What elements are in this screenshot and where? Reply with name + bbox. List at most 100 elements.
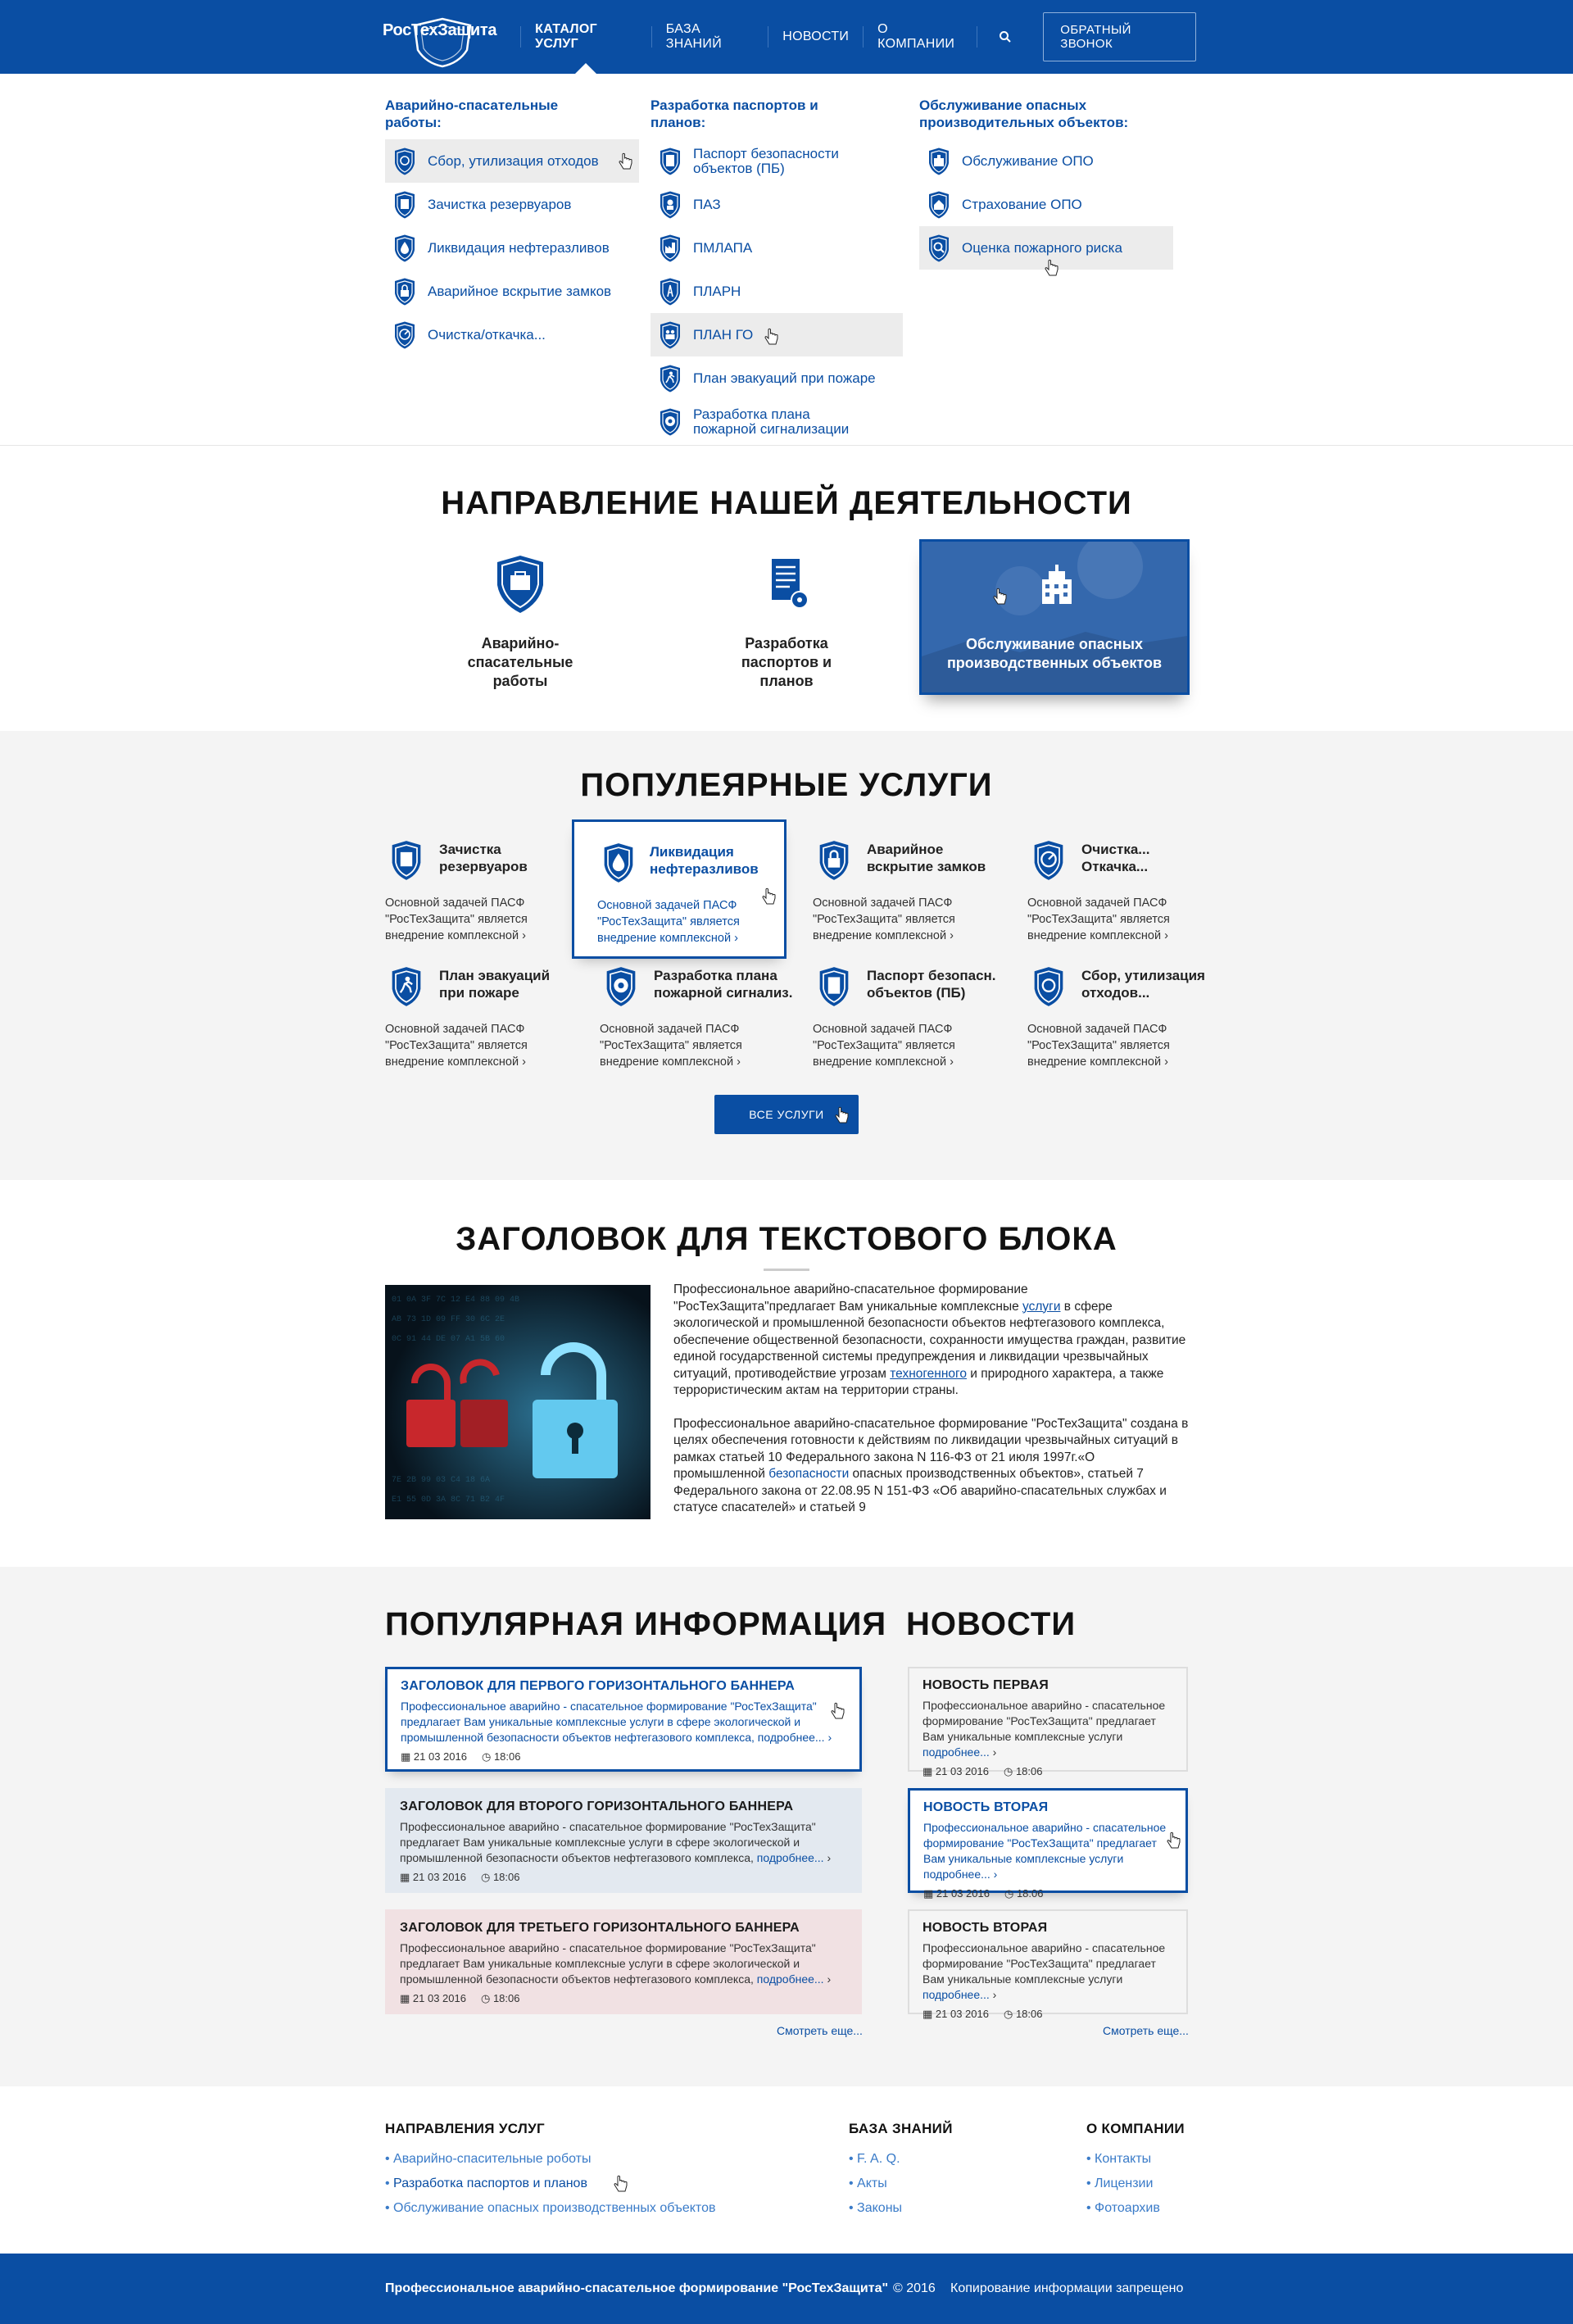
paragraph: Профессиональное аварийно-спасательное ф… [673,1416,1189,1515]
link-safety[interactable]: безопасности [768,1467,849,1481]
menu-item-evacuation[interactable]: План эвакуаций при пожаре [651,356,909,400]
service-card[interactable]: Аварийное вскрытие замков Основной задач… [813,836,1027,959]
date: ▦ 21 03 2016 [922,1765,989,1777]
footer-link[interactable]: Лицензии [1086,2176,1185,2191]
menu-item-label: Оценка пожарного риска [962,239,1122,256]
news-text: Профессиональное аварийно - спасательное… [922,1699,1166,1759]
date: ▦ 21 03 2016 [400,1992,466,2004]
menu-col-title: Разработка паспортов и планов: [651,98,818,130]
footer: НАПРАВЛЕНИЯ УСЛУГ Аварийно-спасительные … [0,2086,1573,2254]
direction-card-label: Разработка паспортов и планов [741,635,832,689]
title-underline [764,1269,809,1271]
menu-item-oil-spill[interactable]: Ликвидация нефтеразливов [385,226,647,270]
menu-item-locks[interactable]: Аварийное вскрытие замков [385,270,647,313]
nav-about[interactable]: О КОМПАНИИ [864,0,977,74]
direction-card-rescue[interactable]: Аварийно-спасательные работы [385,539,655,695]
footer-link[interactable]: F. A. Q. [849,2152,953,2167]
alarm-icon [655,407,685,437]
oil-drop-icon [597,838,640,887]
more-link[interactable]: подробнее... [757,1851,824,1864]
direction-card-opo[interactable]: Обслуживание опасных производственных об… [919,539,1190,695]
cursor-hand-icon [831,1702,845,1719]
direction-card-plans[interactable]: Разработка паспортов и планов [651,539,922,695]
menu-item-pumping[interactable]: Очистка/откачка... [385,313,647,356]
footer-link[interactable]: Акты [849,2176,953,2191]
logo[interactable]: РосТехЗащита [377,4,502,70]
cursor-hand-icon [993,588,1007,605]
info-banner-1[interactable]: ЗАГОЛОВОК ДЛЯ ПЕРВОГО ГОРИЗОНТАЛЬНОГО БА… [385,1667,862,1772]
footer-link[interactable]: Обслуживание опасных производственных об… [385,2201,715,2216]
more-link[interactable]: подробнее... [922,1745,990,1759]
footer-col-title: БАЗА ЗНАНИЙ [849,2121,953,2136]
news-item-1[interactable]: НОВОСТЬ ПЕРВАЯ Профессиональное аварийно… [908,1667,1188,1777]
gauge-icon [390,320,419,350]
news-item-3[interactable]: НОВОСТЬ ВТОРАЯ Профессиональное аварийно… [908,1909,1188,2020]
menu-item-plarn[interactable]: ПЛАРН [651,270,909,313]
service-card[interactable]: Паспорт безопасн. объектов (ПБ) Основной… [813,962,1027,1085]
footer-link[interactable]: Законы [849,2201,953,2216]
nav-knowledge[interactable]: БАЗА ЗНАНИЙ [652,0,768,74]
menu-item-opo-insurance[interactable]: Страхование ОПО [919,183,1181,226]
insurance-icon [924,190,954,220]
service-card[interactable]: Сбор, утилизация отходов... Основной зад… [1027,962,1242,1085]
service-card-active[interactable]: Ликвидация нефтеразливов Основной задаче… [572,819,786,959]
menu-item-label: Паспорт безопасности объектов (ПБ) [693,145,839,176]
banner-meta: ▦ 21 03 2016 ◷ 18:06 [400,1871,847,1884]
menu-item-waste[interactable]: Сбор, утилизация отходов [385,139,639,183]
factory-building-icon [1042,565,1072,604]
text-block: ЗАГОЛОВОК ДЛЯ ТЕКСТОВОГО БЛОКА 01 0A 3F … [0,1180,1573,1567]
menu-item-fire-risk[interactable]: Оценка пожарного риска [919,226,1173,276]
service-desc: Основной задачей ПАСФ "РосТехЗащита" явл… [1027,896,1170,942]
running-man-icon [385,962,428,1011]
nav-news[interactable]: НОВОСТИ [768,0,863,74]
menu-item-pmlapa[interactable]: ПМЛАПА [651,226,909,270]
all-services-button[interactable]: ВСЕ УСЛУГИ [714,1095,859,1134]
more-link[interactable]: подробнее... [922,1988,990,2001]
date: ▦ 21 03 2016 [923,1887,990,1900]
info-news-section: ПОПУЛЯРНАЯ ИНФОРМАЦИЯ НОВОСТИ ЗАГОЛОВОК … [0,1567,1573,2086]
footer-link[interactable]: Фотоархив [1086,2201,1185,2216]
factory-icon [655,234,685,263]
info-see-more-link[interactable]: Смотреть еще... [777,2024,863,2037]
passport-icon [813,962,855,1011]
service-card[interactable]: Зачистка резервуаров Основной задачей ПА… [385,836,600,959]
menu-col-opo: Обслуживание опасных производительных об… [919,97,1181,276]
info-banner-3[interactable]: ЗАГОЛОВОК ДЛЯ ТРЕТЬЕГО ГОРИЗОНТАЛЬНОГО Б… [385,1909,862,2014]
news-see-more-link[interactable]: Смотреть еще... [1103,2024,1189,2037]
menu-item-label: Страхование ОПО [962,196,1082,212]
link-technogenic[interactable]: техногенного [890,1367,967,1381]
time: ◷ 18:06 [481,1750,521,1763]
more-link[interactable]: подробнее... [758,1731,825,1744]
svg-text:E1 55 0D 3A 8C 71 B2 4F: E1 55 0D 3A 8C 71 B2 4F [392,1496,505,1505]
service-card[interactable]: Разработка плана пожарной сигнализ. Осно… [600,962,814,1085]
time: ◷ 18:06 [1003,1765,1043,1777]
footer-link[interactable]: Аварийно-спасительные роботы [385,2152,715,2167]
service-card[interactable]: Очистка... Откачка... Основной задачей П… [1027,836,1242,959]
menu-item-plan-go[interactable]: ПЛАН ГО [651,313,903,356]
banner-text: Профессиональное аварийно - спасательное… [401,1700,832,1744]
search-icon[interactable] [994,25,1017,49]
info-banner-2[interactable]: ЗАГОЛОВОК ДЛЯ ВТОРОГО ГОРИЗОНТАЛЬНОГО БА… [385,1788,862,1893]
date: ▦ 21 03 2016 [922,2008,989,2020]
footer-link[interactable]: Контакты [1086,2152,1185,2167]
menu-item-passport[interactable]: Паспорт безопасности объектов (ПБ) [651,139,909,183]
hazmat-icon [655,190,685,220]
svg-text:0C 91 44 DE 07 A1 5B 60: 0C 91 44 DE 07 A1 5B 60 [392,1335,505,1344]
menu-item-tanks[interactable]: Зачистка резервуаров [385,183,647,226]
more-link[interactable]: подробнее... [757,1972,824,1986]
footer-link[interactable]: Разработка паспортов и планов [385,2175,715,2192]
more-link[interactable]: подробнее... [923,1868,990,1881]
link-services[interactable]: услуги [1022,1300,1060,1314]
svg-text:01 0A 3F 7C 12 E4 88 09 4B: 01 0A 3F 7C 12 E4 88 09 4B [392,1296,519,1305]
menu-item-fire-alarm[interactable]: Разработка плана пожарной сигнализации [651,400,909,443]
menu-col-plans: Разработка паспортов и планов: Паспорт б… [651,97,909,443]
callback-button[interactable]: ОБРАТНЫЙ ЗВОНОК [1043,12,1197,61]
menu-item-opo-service[interactable]: Обслуживание ОПО [919,139,1181,183]
service-desc: Основной задачей ПАСФ "РосТехЗащита" явл… [385,896,528,942]
menu-item-label: Аварийное вскрытие замков [428,283,612,299]
service-card[interactable]: План эвакуаций при пожаре Основной задач… [385,962,600,1085]
banner-meta: ▦ 21 03 2016 ◷ 18:06 [401,1750,846,1763]
nav-catalog[interactable]: КАТАЛОГ УСЛУГ [521,0,651,75]
news-item-2[interactable]: НОВОСТЬ ВТОРАЯ Профессиональное аварийно… [908,1788,1188,1900]
menu-item-paz[interactable]: ПАЗ [651,183,909,226]
